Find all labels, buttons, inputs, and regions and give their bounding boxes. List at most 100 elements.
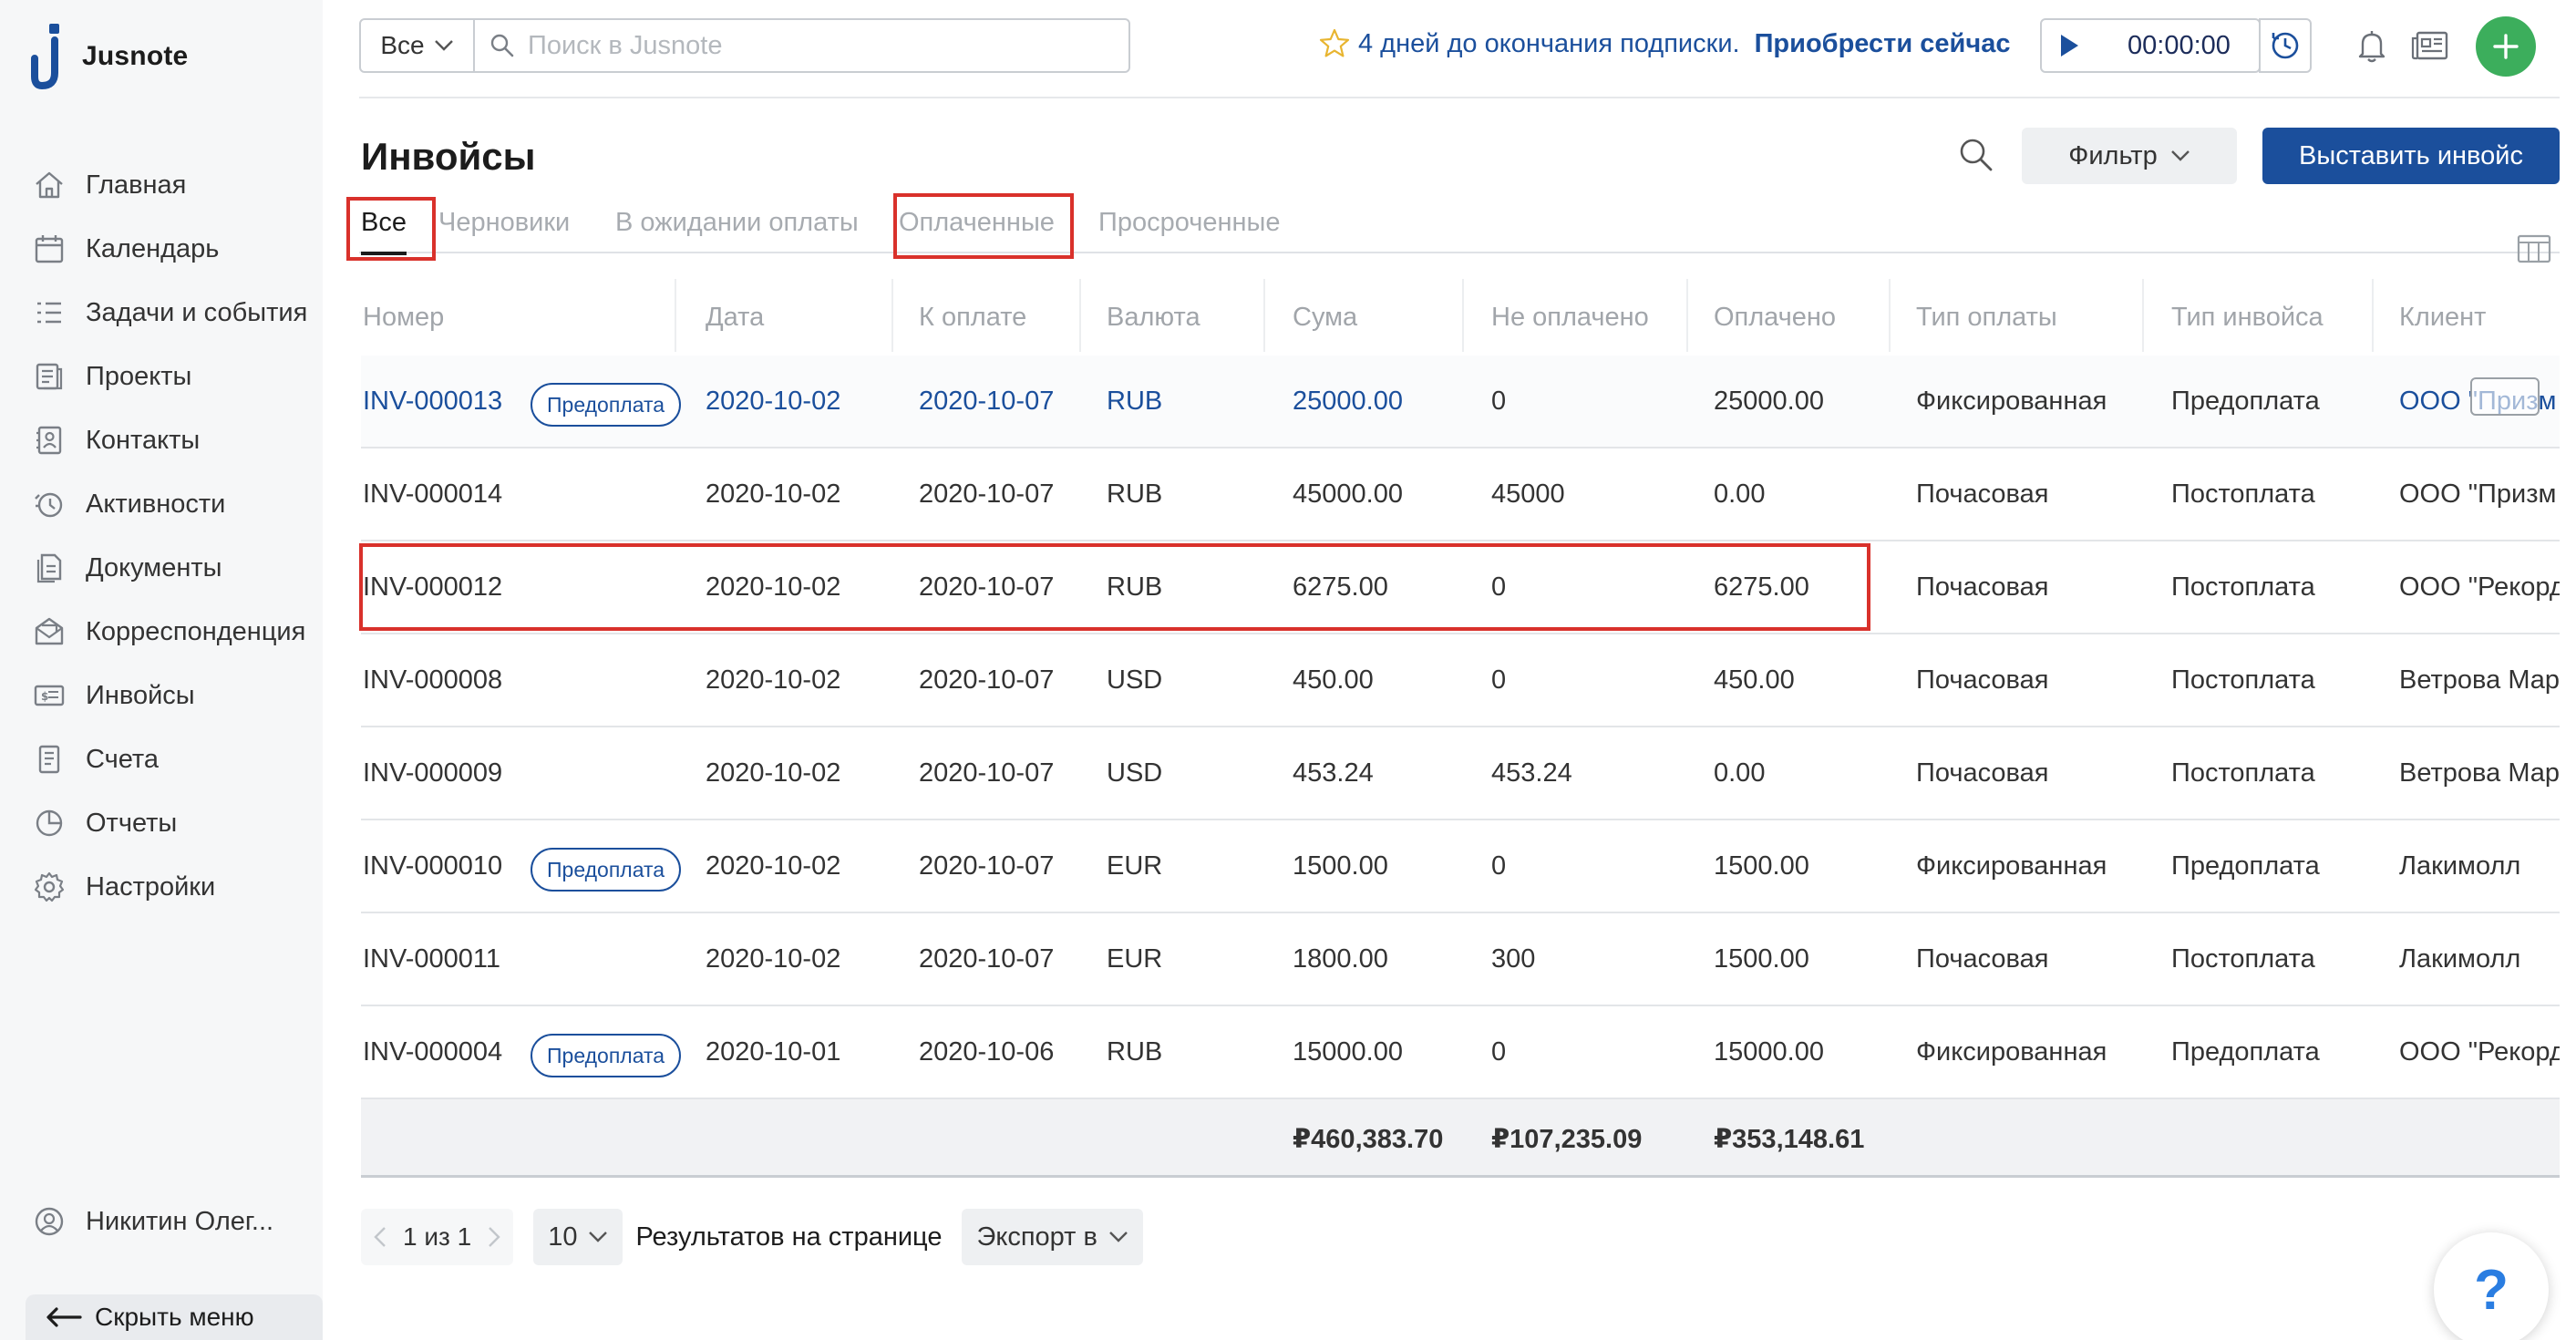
column-header-payment-type[interactable]: Тип оплаты <box>1916 303 2057 333</box>
tab-drafts[interactable]: Черновики <box>438 208 570 238</box>
notifications-button[interactable] <box>2354 27 2390 64</box>
issue-invoice-button[interactable]: Выставить инвойс <box>2262 128 2560 184</box>
cell-due: 2020-10-07 <box>919 850 1055 881</box>
cell-amount: 25000.00 <box>1293 386 1403 416</box>
column-header-currency[interactable]: Валюта <box>1107 303 1200 333</box>
cell-currency: RUB <box>1107 572 1163 602</box>
invoice-number-link[interactable]: INV-000011 <box>363 913 500 1005</box>
table-row[interactable]: INV-000012 2020-10-02 2020-10-07 RUB 627… <box>361 541 2560 634</box>
columns-settings-icon <box>2517 234 2551 263</box>
tab-paid[interactable]: Оплаченные <box>899 208 1055 238</box>
cell-currency: RUB <box>1107 386 1163 416</box>
cell-due: 2020-10-06 <box>919 1036 1055 1067</box>
bills-icon <box>38 745 60 774</box>
cell-due: 2020-10-07 <box>919 572 1055 602</box>
tab-all[interactable]: Все <box>361 208 407 255</box>
buy-subscription-link[interactable]: Приобрести сейчас <box>1755 29 2011 59</box>
client-expand-button[interactable] <box>2470 377 2540 416</box>
help-button[interactable]: ? <box>2434 1232 2549 1340</box>
sidebar-item-invoices[interactable]: $ Инвойсы <box>33 664 325 727</box>
hide-menu-button[interactable]: Скрыть меню <box>26 1294 323 1340</box>
timer-history-button[interactable] <box>2259 18 2312 73</box>
cell-date: 2020-10-02 <box>706 943 841 974</box>
sidebar-item-reports[interactable]: Отчеты <box>33 791 325 855</box>
cell-client[interactable]: ООО "Рекорд <box>2399 1006 2560 1098</box>
sidebar-item-activity[interactable]: Активности <box>33 472 325 536</box>
sidebar-item-contacts[interactable]: Контакты <box>33 408 325 472</box>
app-logo[interactable]: Jusnote <box>31 24 188 89</box>
cell-client[interactable]: ООО "Рекорд <box>2399 541 2560 633</box>
invoice-number-link[interactable]: INV-000013 <box>363 356 502 447</box>
sidebar-item-calendar[interactable]: Календарь <box>33 217 325 281</box>
cell-client[interactable]: Лакимолл <box>2399 820 2560 912</box>
table-row[interactable]: INV-000010 Предоплата 2020-10-02 2020-10… <box>361 820 2560 913</box>
page-search-button[interactable] <box>1958 137 1994 173</box>
invoices-icon: $ <box>34 685 65 706</box>
cell-due: 2020-10-07 <box>919 665 1055 695</box>
timer-play-button[interactable] <box>2042 33 2097 58</box>
column-header-number[interactable]: Номер <box>363 303 444 333</box>
invoice-number-link[interactable]: INV-000008 <box>363 634 502 726</box>
column-header-due[interactable]: К оплате <box>919 303 1026 333</box>
cell-client[interactable]: ООО "Призм <box>2399 448 2560 540</box>
column-header-amount[interactable]: Сума <box>1293 303 1357 333</box>
play-icon <box>2061 35 2078 57</box>
invoice-number-link[interactable]: INV-000014 <box>363 448 502 540</box>
total-unpaid: ₽107,235.09 <box>1491 1124 1643 1154</box>
tab-overdue[interactable]: Просроченные <box>1098 208 1280 238</box>
column-settings-button[interactable] <box>2516 233 2552 264</box>
user-profile[interactable]: Никитин Олег... <box>33 1205 273 1238</box>
cell-client[interactable]: Ветрова Мар <box>2399 634 2560 726</box>
chevron-down-icon <box>2170 150 2190 161</box>
cell-client[interactable]: Лакимолл <box>2399 913 2560 1005</box>
export-button[interactable]: Экспорт в <box>962 1209 1143 1265</box>
column-header-client[interactable]: Клиент <box>2399 303 2486 333</box>
table-totals-row: ₽460,383.70 ₽107,235.09 ₽353,148.61 <box>361 1099 2560 1178</box>
sidebar-item-correspondence[interactable]: Корреспонденция <box>33 600 325 664</box>
sidebar-item-bills[interactable]: Счета <box>33 727 325 791</box>
column-header-paid[interactable]: Оплачено <box>1714 303 1836 333</box>
sidebar-item-projects[interactable]: Проекты <box>33 345 325 408</box>
search-scope-select[interactable]: Все <box>359 18 475 73</box>
table-row[interactable]: INV-000008 2020-10-02 2020-10-07 USD 450… <box>361 634 2560 727</box>
add-button[interactable] <box>2476 16 2536 77</box>
column-header-invoice-type[interactable]: Тип инвойса <box>2171 303 2324 333</box>
table-row[interactable]: INV-000004 Предоплата 2020-10-01 2020-10… <box>361 1006 2560 1099</box>
history-clock-icon <box>2272 32 2299 59</box>
table-row[interactable]: INV-000011 2020-10-02 2020-10-07 EUR 180… <box>361 913 2560 1006</box>
cell-unpaid: 0 <box>1491 1036 1507 1067</box>
invoice-number-link[interactable]: INV-000004 <box>363 1006 502 1098</box>
column-header-date[interactable]: Дата <box>706 303 764 333</box>
invoice-number-link[interactable]: INV-000009 <box>363 727 502 819</box>
global-search[interactable] <box>473 18 1130 73</box>
page-navigation: 1 из 1 <box>361 1209 514 1265</box>
invoice-number-link[interactable]: INV-000010 <box>363 820 502 912</box>
table-row[interactable]: INV-000013 Предоплата 2020-10-02 2020-10… <box>361 356 2560 448</box>
sidebar-item-label: Главная <box>86 170 187 200</box>
cell-client[interactable]: Ветрова Мар <box>2399 727 2560 819</box>
cell-paid: 0.00 <box>1714 758 1766 788</box>
cell-date: 2020-10-02 <box>706 758 841 788</box>
invoice-number-link[interactable]: INV-000012 <box>363 541 502 633</box>
per-page-select[interactable]: 10 <box>533 1209 623 1265</box>
chevron-left-icon[interactable] <box>374 1226 386 1248</box>
sidebar-item-label: Настройки <box>86 871 216 902</box>
news-button[interactable] <box>2410 27 2450 64</box>
sidebar-item-settings[interactable]: Настройки <box>33 855 325 919</box>
settings-icon <box>34 871 65 902</box>
sidebar-item-tasks[interactable]: Задачи и события <box>33 281 325 345</box>
filter-button[interactable]: Фильтр <box>2022 128 2237 184</box>
table-row[interactable]: INV-000009 2020-10-02 2020-10-07 USD 453… <box>361 727 2560 820</box>
cell-payment-type: Почасовая <box>1916 572 2049 602</box>
column-header-unpaid[interactable]: Не оплачено <box>1491 303 1649 333</box>
tab-awaiting-payment[interactable]: В ожидании оплаты <box>615 208 859 238</box>
projects-icon <box>36 363 63 390</box>
chevron-right-icon[interactable] <box>488 1226 500 1248</box>
sidebar-item-home[interactable]: Главная <box>33 153 325 217</box>
user-avatar-icon <box>35 1207 64 1236</box>
sidebar-item-documents[interactable]: Документы <box>33 536 325 600</box>
table-row[interactable]: INV-000014 2020-10-02 2020-10-07 RUB 450… <box>361 448 2560 541</box>
search-scope-value: Все <box>380 31 425 59</box>
tasks-icon <box>37 302 61 324</box>
search-input[interactable] <box>528 30 1111 61</box>
